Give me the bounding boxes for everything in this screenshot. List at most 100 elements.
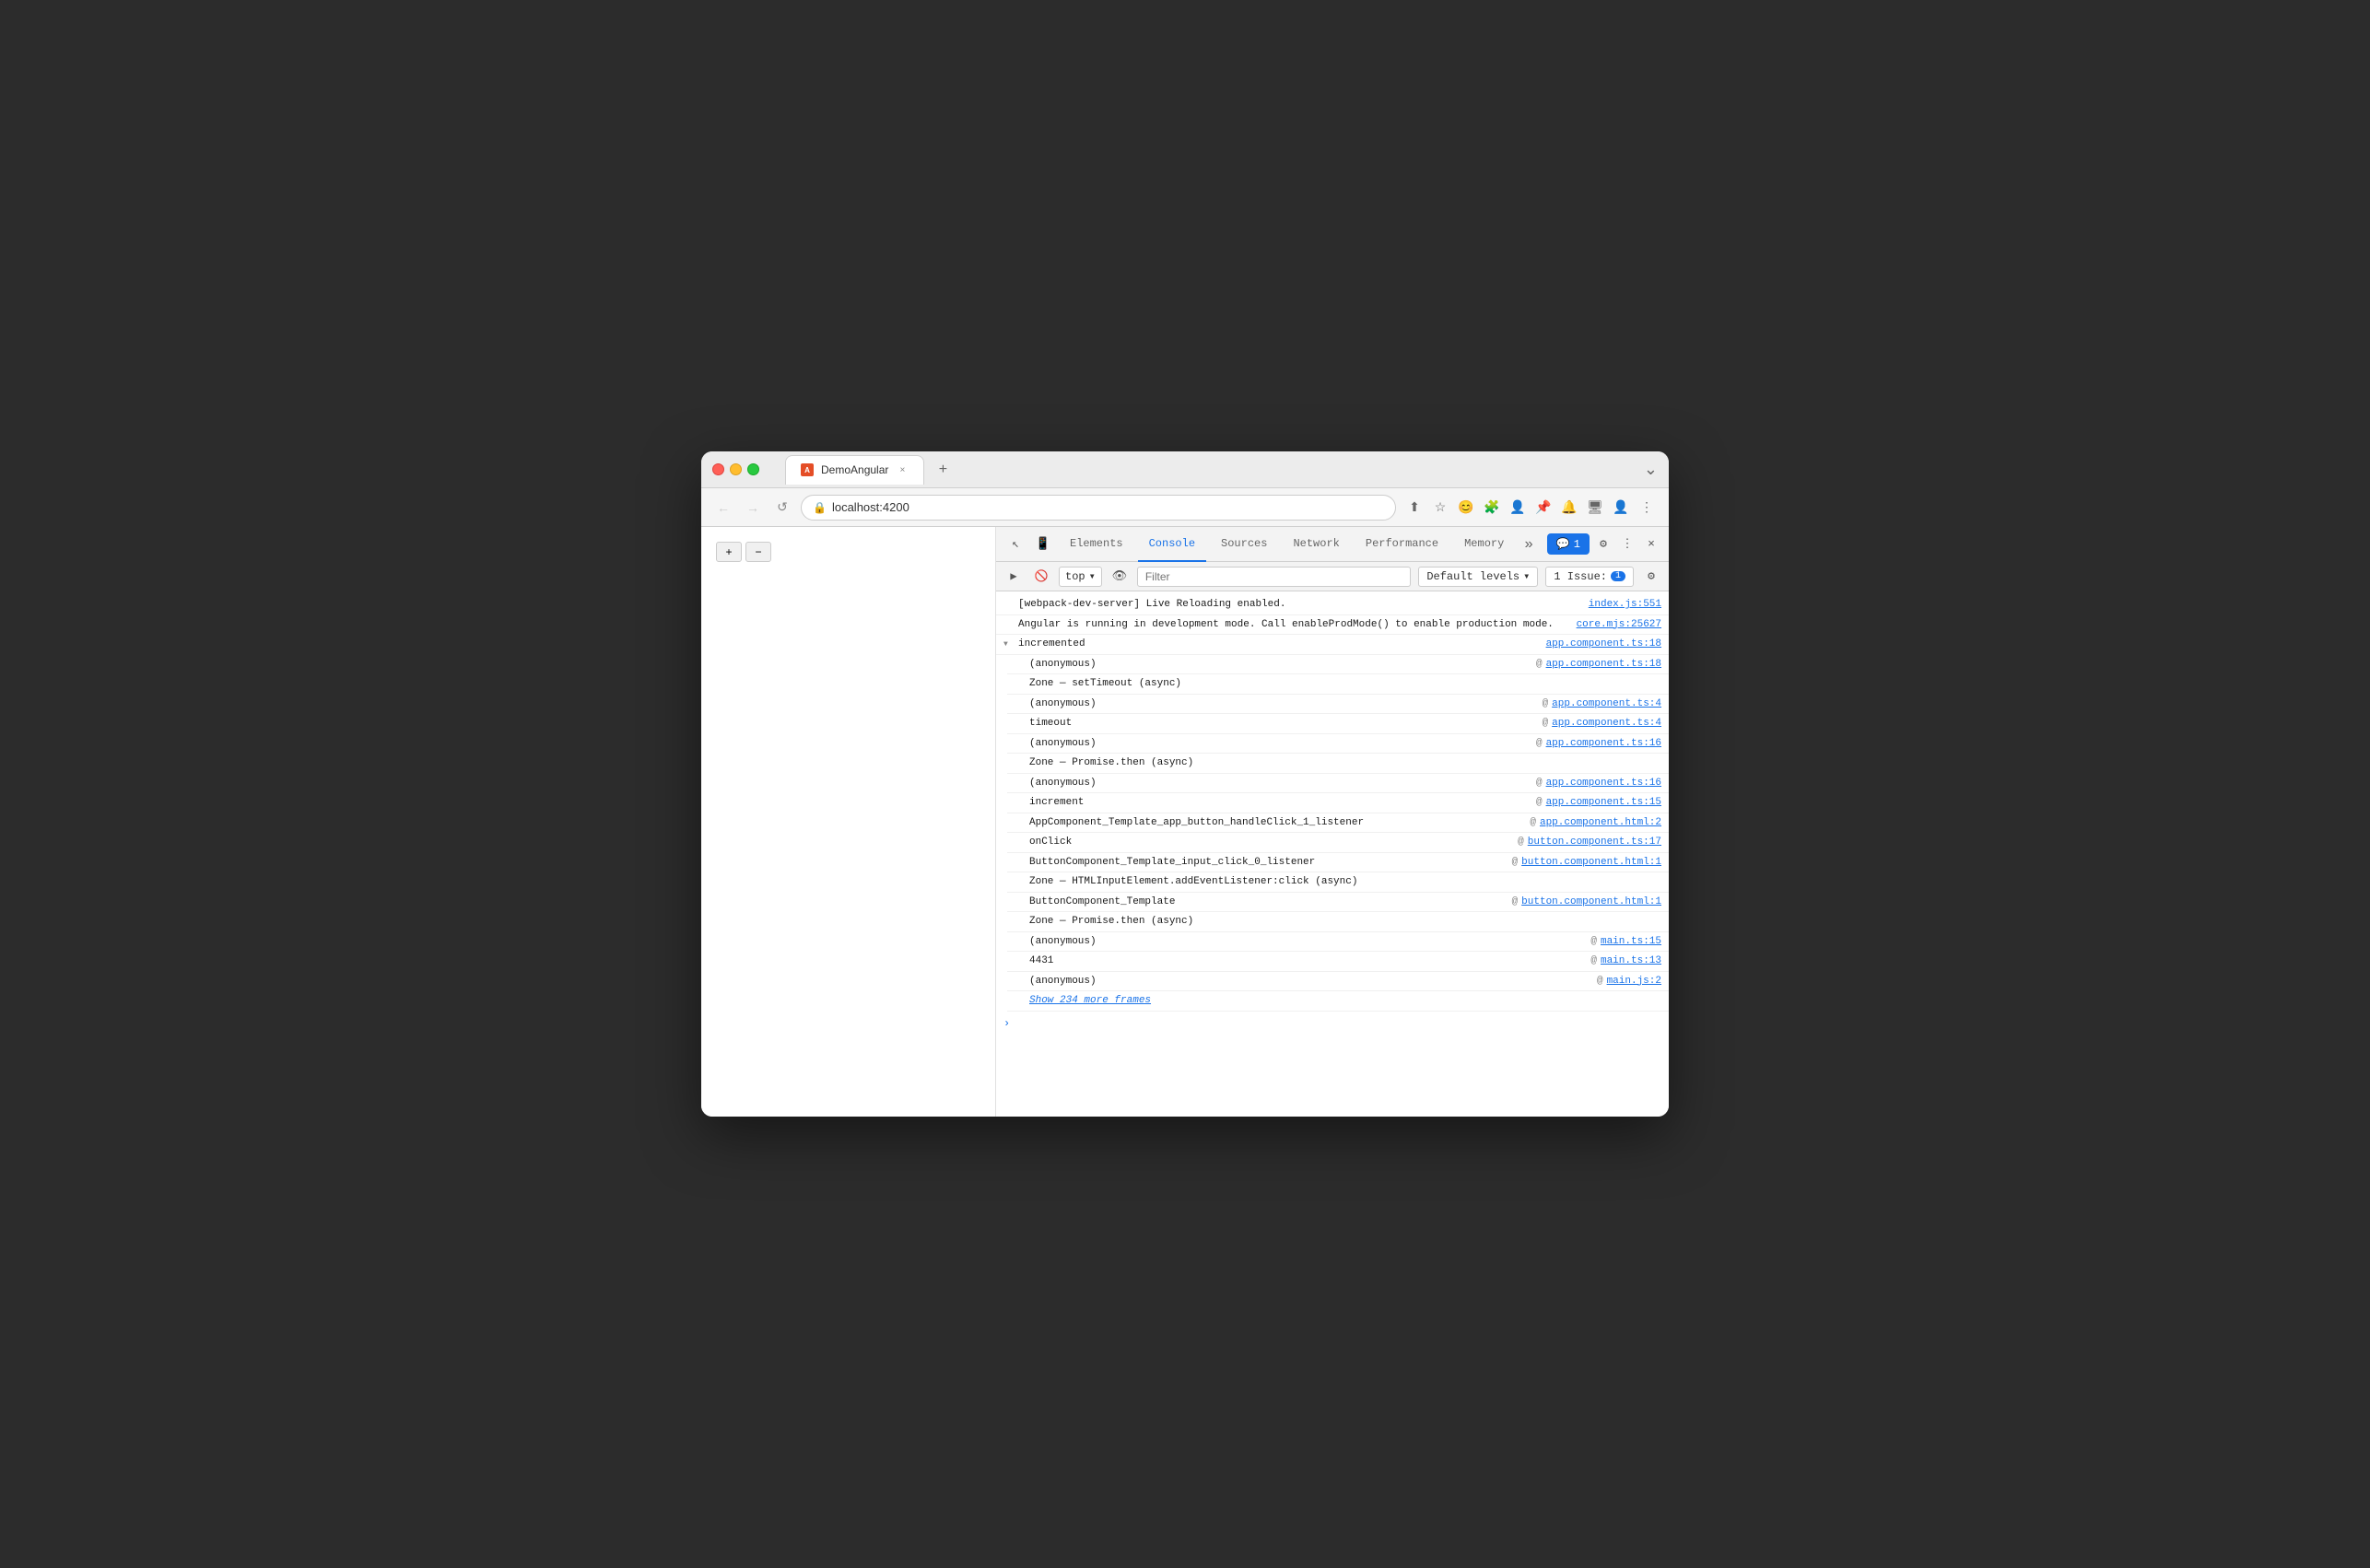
console-log-line: ButtonComponent_Template @ button.compon… — [1007, 893, 1669, 913]
console-log-line: (anonymous) @ main.ts:15 — [1007, 932, 1669, 953]
tab-memory[interactable]: Memory — [1453, 527, 1515, 562]
console-message: 4431 — [1029, 954, 1590, 969]
source-link[interactable]: button.component.ts:17 — [1528, 835, 1661, 850]
menu-icon[interactable]: ⋮ — [1636, 497, 1658, 519]
source-link[interactable]: core.mjs:25627 — [1577, 617, 1661, 633]
at-symbol: @ — [1543, 696, 1549, 712]
at-symbol: @ — [1590, 954, 1597, 969]
console-filter-input[interactable] — [1137, 567, 1411, 587]
more-tabs-button[interactable]: » — [1519, 536, 1539, 553]
title-bar: A DemoAngular × + ⌄ — [701, 451, 1669, 488]
source-reference: @ button.component.html:1 — [1512, 895, 1661, 910]
profile-icon[interactable]: 👤 — [1507, 497, 1529, 519]
console-message: [webpack-dev-server] Live Reloading enab… — [1018, 597, 1589, 613]
bell-icon[interactable]: 🔔 — [1558, 497, 1580, 519]
reload-button[interactable]: ↺ — [771, 497, 793, 519]
maximize-window-button[interactable] — [747, 463, 759, 475]
source-link[interactable]: app.component.ts:16 — [1546, 736, 1661, 752]
source-link[interactable]: button.component.html:1 — [1521, 895, 1661, 910]
console-prompt[interactable]: › — [996, 1012, 1669, 1036]
new-tab-button[interactable]: + — [932, 459, 954, 481]
console-log-line: (anonymous) @ app.component.ts:4 — [1007, 695, 1669, 715]
url-bar[interactable]: 🔒 localhost:4200 — [801, 495, 1396, 521]
at-symbol: @ — [1597, 974, 1603, 989]
devtools-close-icon[interactable]: × — [1641, 534, 1661, 555]
tab-sources[interactable]: Sources — [1210, 527, 1278, 562]
live-expressions-icon[interactable]: 👁 — [1109, 567, 1130, 587]
source-reference: @ main.ts:15 — [1590, 934, 1661, 950]
source-link[interactable]: main.ts:13 — [1601, 954, 1661, 969]
pin-icon[interactable]: 📌 — [1532, 497, 1555, 519]
tab-performance[interactable]: Performance — [1355, 527, 1449, 562]
log-levels-dropdown-icon: ▾ — [1523, 569, 1530, 583]
back-button[interactable]: ← — [712, 497, 734, 519]
source-link[interactable]: main.js:2 — [1607, 974, 1661, 989]
chat-button[interactable]: 💬 1 — [1547, 533, 1590, 555]
source-link[interactable]: app.component.ts:18 — [1546, 657, 1661, 673]
console-log-line: Zone — setTimeout (async) — [1007, 674, 1669, 695]
source-link[interactable]: index.js:551 — [1589, 597, 1661, 613]
source-link[interactable]: app.component.ts:4 — [1552, 696, 1661, 712]
devtools-panel: ↖ 📱 Elements Console Sources Network Per… — [996, 527, 1669, 1117]
source-link[interactable]: app.component.ts:4 — [1552, 716, 1661, 731]
source-reference: @ app.component.ts:18 — [1536, 657, 1661, 673]
bookmark-icon[interactable]: ☆ — [1429, 497, 1451, 519]
source-reference: @ button.component.html:1 — [1512, 855, 1661, 871]
source-link[interactable]: app.component.ts:15 — [1546, 795, 1661, 811]
zoom-out-button[interactable]: − — [745, 542, 771, 562]
source-link[interactable]: app.component.ts:18 — [1546, 637, 1661, 652]
clear-console-icon[interactable]: 🚫 — [1031, 567, 1051, 587]
at-symbol: @ — [1543, 716, 1549, 731]
console-message: Zone — Promise.then (async) — [1029, 914, 1661, 930]
tab-close-button[interactable]: × — [896, 463, 909, 476]
devtools-right-controls: 💬 1 ⚙ ⋮ × — [1547, 533, 1661, 555]
console-message: (anonymous) — [1029, 776, 1536, 791]
source-link[interactable]: main.ts:15 — [1601, 934, 1661, 950]
console-log-line: Zone — HTMLInputElement.addEventListener… — [1007, 872, 1669, 893]
source-reference: @ app.component.ts:15 — [1536, 795, 1661, 811]
tab-console[interactable]: Console — [1138, 527, 1206, 562]
share-icon[interactable]: ⬆ — [1403, 497, 1426, 519]
cast-icon[interactable]: 🖥 — [1584, 497, 1606, 519]
run-script-icon[interactable]: ▶ — [1003, 567, 1024, 587]
source-link[interactable]: app.component.ts:16 — [1546, 776, 1661, 791]
device-toggle-icon[interactable]: 📱 — [1031, 532, 1055, 556]
forward-button[interactable]: → — [742, 497, 764, 519]
address-bar-icons: ⬆ ☆ 😊 🧩 👤 📌 🔔 🖥 👤 ⋮ — [1403, 497, 1658, 519]
console-message: (anonymous) — [1029, 736, 1536, 752]
source-link[interactable]: button.component.html:1 — [1521, 855, 1661, 871]
at-symbol: @ — [1536, 776, 1543, 791]
tab-elements[interactable]: Elements — [1059, 527, 1134, 562]
inspect-element-icon[interactable]: ↖ — [1003, 532, 1027, 556]
source-link[interactable]: app.component.html:2 — [1540, 815, 1661, 831]
context-selector[interactable]: top ▾ — [1059, 567, 1102, 587]
console-log-line: Angular is running in development mode. … — [996, 615, 1669, 636]
show-more-frames-link[interactable]: Show 234 more frames — [1029, 993, 1151, 1009]
close-window-button[interactable] — [712, 463, 724, 475]
minimize-window-button[interactable] — [730, 463, 742, 475]
issues-count: 1 — [1611, 571, 1625, 581]
console-log-line: (anonymous) @ app.component.ts:16 — [1007, 734, 1669, 755]
address-bar: ← → ↺ 🔒 localhost:4200 ⬆ ☆ 😊 🧩 👤 📌 🔔 🖥 👤… — [701, 488, 1669, 527]
window-dropdown-button[interactable]: ⌄ — [1644, 460, 1658, 479]
console-message: (anonymous) — [1029, 657, 1536, 673]
console-log-line: (anonymous) @ app.component.ts:16 — [1007, 774, 1669, 794]
prompt-arrow-icon: › — [1003, 1015, 1010, 1032]
at-symbol: @ — [1512, 895, 1519, 910]
source-reference: @ app.component.ts:4 — [1543, 716, 1661, 731]
console-message: onClick — [1029, 835, 1518, 850]
tab-network[interactable]: Network — [1282, 527, 1350, 562]
browser-tab-active[interactable]: A DemoAngular × — [785, 455, 924, 485]
zoom-in-button[interactable]: + — [716, 542, 742, 562]
devtools-settings-icon[interactable]: ⚙ — [1593, 534, 1613, 555]
issues-badge[interactable]: 1 Issue: 1 — [1545, 567, 1634, 587]
puzzle-icon[interactable]: 🧩 — [1481, 497, 1503, 519]
log-levels-dropdown[interactable]: Default levels ▾ — [1418, 567, 1538, 587]
console-message: timeout — [1029, 716, 1543, 731]
at-symbol: @ — [1518, 835, 1524, 850]
console-message: increment — [1029, 795, 1536, 811]
face-icon[interactable]: 😊 — [1455, 497, 1477, 519]
avatar-icon[interactable]: 👤 — [1610, 497, 1632, 519]
console-settings-icon[interactable]: ⚙ — [1641, 567, 1661, 587]
devtools-more-icon[interactable]: ⋮ — [1617, 534, 1637, 555]
